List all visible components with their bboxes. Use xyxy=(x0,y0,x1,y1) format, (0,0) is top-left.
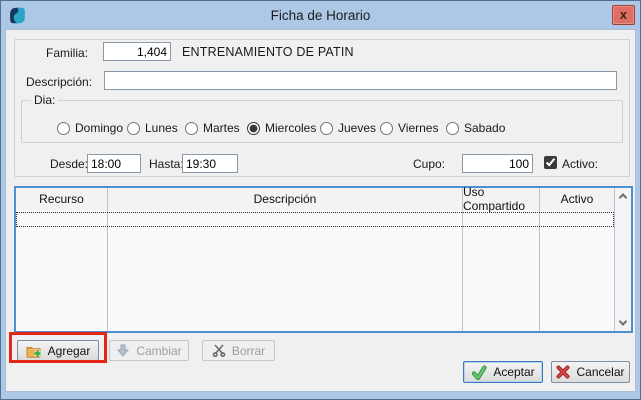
activo-checkbox[interactable] xyxy=(544,156,557,169)
scissors-icon xyxy=(212,344,226,357)
dia-groupbox: Dia: Domingo Lunes Martes Miercoles Juev… xyxy=(21,100,623,143)
martes-radio-label: Martes xyxy=(203,121,240,135)
radio-option-domingo[interactable]: Domingo xyxy=(57,121,123,135)
familia-label: Familia: xyxy=(20,46,88,60)
familia-input[interactable] xyxy=(103,42,171,61)
aceptar-button-label: Aceptar xyxy=(493,365,534,379)
cupo-input[interactable] xyxy=(462,154,533,173)
borrar-button-label: Borrar xyxy=(232,344,265,358)
table-column-activo xyxy=(540,210,614,331)
lunes-radio-label: Lunes xyxy=(145,121,178,135)
martes-radio[interactable] xyxy=(185,122,198,135)
radio-option-miercoles[interactable]: Miercoles xyxy=(247,121,316,135)
sabado-radio[interactable] xyxy=(446,122,459,135)
lunes-radio[interactable] xyxy=(127,122,140,135)
miercoles-radio[interactable] xyxy=(247,122,260,135)
recursos-table[interactable]: Recurso Descripción Uso Compartido Activ… xyxy=(14,186,633,333)
jueves-radio[interactable] xyxy=(320,122,333,135)
hasta-label: Hasta: xyxy=(149,157,184,171)
window-title: Ficha de Horario xyxy=(1,8,640,23)
cambiar-button[interactable]: Cambiar xyxy=(109,340,189,361)
column-header-recurso[interactable]: Recurso xyxy=(16,188,108,210)
folder-add-icon xyxy=(26,344,42,358)
radio-option-lunes[interactable]: Lunes xyxy=(127,121,178,135)
column-header-uso-compartido[interactable]: Uso Compartido xyxy=(463,188,540,210)
jueves-radio-label: Jueves xyxy=(338,121,376,135)
table-header-row: Recurso Descripción Uso Compartido Activ… xyxy=(16,188,631,210)
viernes-radio[interactable] xyxy=(380,122,393,135)
cancelar-button[interactable]: Cancelar xyxy=(551,361,630,383)
table-vertical-scrollbar[interactable] xyxy=(614,188,631,331)
descripcion-input[interactable] xyxy=(104,71,617,90)
desde-input[interactable] xyxy=(87,154,141,173)
scroll-down-button[interactable] xyxy=(615,315,631,331)
domingo-radio[interactable] xyxy=(57,122,70,135)
chevron-up-icon xyxy=(619,193,627,201)
table-focused-empty-row[interactable] xyxy=(16,212,614,227)
radio-option-sabado[interactable]: Sabado xyxy=(446,121,505,135)
descripcion-label: Descripción: xyxy=(26,75,92,89)
table-column-uso-compartido xyxy=(463,210,540,331)
familia-description: ENTRENAMIENTO DE PATIN xyxy=(182,45,354,59)
radio-option-martes[interactable]: Martes xyxy=(185,121,240,135)
viernes-radio-label: Viernes xyxy=(398,121,438,135)
cancel-x-icon xyxy=(556,365,570,379)
radio-option-jueves[interactable]: Jueves xyxy=(320,121,376,135)
dialog-client-area: Familia: ENTRENAMIENTO DE PATIN Descripc… xyxy=(5,29,636,392)
close-button[interactable]: x xyxy=(612,5,635,25)
hasta-input[interactable] xyxy=(182,154,238,173)
domingo-radio-label: Domingo xyxy=(75,121,123,135)
chevron-down-icon xyxy=(619,317,627,325)
miercoles-radio-label: Miercoles xyxy=(265,121,316,135)
cambiar-button-label: Cambiar xyxy=(136,344,181,358)
table-body xyxy=(16,210,614,331)
activo-label: Activo: xyxy=(562,157,598,171)
cancelar-button-label: Cancelar xyxy=(576,365,624,379)
desde-label: Desde: xyxy=(50,157,88,171)
dialog-window: Ficha de Horario x Familia: ENTRENAMIENT… xyxy=(0,0,641,400)
title-bar: Ficha de Horario x xyxy=(1,1,640,29)
cupo-label: Cupo: xyxy=(413,157,445,171)
column-header-descripcion[interactable]: Descripción xyxy=(108,188,463,210)
radio-option-viernes[interactable]: Viernes xyxy=(380,121,438,135)
dia-groupbox-label: Dia: xyxy=(31,93,58,107)
column-header-activo[interactable]: Activo xyxy=(540,188,614,210)
agregar-button-label: Agregar xyxy=(48,344,91,358)
scroll-up-button[interactable] xyxy=(615,188,631,204)
aceptar-button[interactable]: Aceptar xyxy=(463,361,543,383)
arrow-down-icon xyxy=(116,344,130,357)
borrar-button[interactable]: Borrar xyxy=(202,340,275,361)
sabado-radio-label: Sabado xyxy=(464,121,505,135)
agregar-button[interactable]: Agregar xyxy=(17,340,99,361)
table-column-descripcion xyxy=(108,210,463,331)
check-icon xyxy=(471,365,487,380)
table-column-recurso xyxy=(16,210,108,331)
